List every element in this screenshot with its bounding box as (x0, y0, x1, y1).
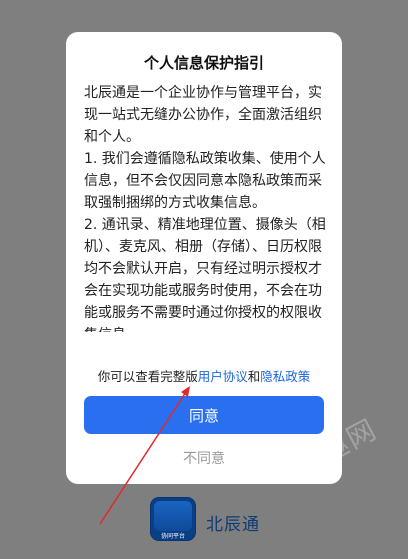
intro-paragraph: 北辰通是一个企业协作与管理平台，实现一站式无缝办公协作，全面激活组织和个人。 (84, 85, 322, 145)
clause-2-paragraph: 2. 通讯录、精准地理位置、摄像头（相机）、麦克风、相册（存储）、日历权限均不会… (84, 217, 326, 332)
links-prefix: 你可以查看完整版 (97, 369, 198, 384)
clause-1-paragraph: 1. 我们会遵循隐私政策收集、使用个人信息，但不会仅因同意本隐私政策而采取强制捆… (84, 151, 326, 211)
user-agreement-link[interactable]: 用户协议 (198, 369, 248, 384)
agree-button[interactable]: 同意 (84, 396, 324, 434)
dialog-title: 个人信息保护指引 (143, 54, 264, 72)
app-name: 北辰通 (206, 515, 260, 535)
privacy-policy-link[interactable]: 隐私政策 (260, 369, 310, 384)
logo-text: 协同平台 (160, 533, 185, 540)
dialog-body[interactable]: 北辰通是一个企业协作与管理平台，实现一站式无缝办公协作，全面激活组织和个人。 1… (84, 82, 330, 332)
links-and: 和 (247, 369, 261, 384)
disagree-button[interactable]: 不同意 (84, 444, 324, 472)
screen: 协同平台 北辰通 趣网 个人信息保护指引 北辰通是一个企业协作与管理平台，实现一… (0, 0, 408, 559)
privacy-dialog: 个人信息保护指引 北辰通是一个企业协作与管理平台，实现一站式无缝办公协作，全面激… (66, 32, 342, 484)
agreement-links-line: 你可以查看完整版用户协议和隐私政策 (66, 366, 342, 385)
app-logo-icon: 协同平台 (150, 497, 196, 541)
